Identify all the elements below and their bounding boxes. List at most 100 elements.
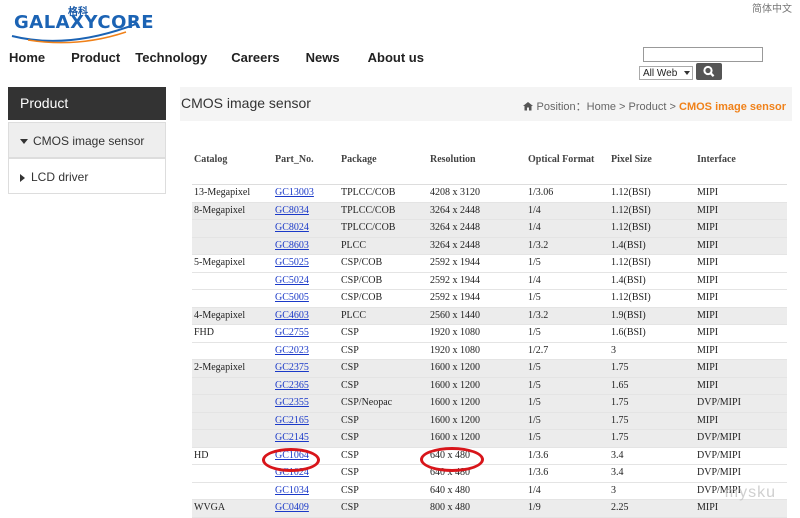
breadcrumb-prefix: Position： [536, 101, 587, 113]
table-row: GC8024 TPLCC/COB 3264 x 2448 1/4 1.12(BSI) MI… [192, 219, 787, 238]
table-cell: 1.4(BSI) [609, 272, 695, 290]
table-cell: 2592 x 1944 [428, 272, 526, 290]
table-cell: 4-Megapixel [192, 307, 273, 325]
table-row: GC2165 CSP 1600 x 1200 1/5 1.75 MIPI [192, 412, 787, 430]
table-row: 13-Megapixel GC13003 TPLCC/COB 4208 x 3120 1… [192, 184, 787, 203]
part-number-link[interactable]: GC2145 [275, 432, 309, 443]
table-cell: 13-Megapixel [192, 184, 273, 203]
table-cell: 1/3.06 [526, 184, 609, 203]
column-header: Part_No. [273, 152, 339, 185]
table-cell: 5-Megapixel [192, 254, 273, 273]
part-number-link[interactable]: GC0409 [275, 502, 309, 513]
table-cell: 3 [609, 482, 695, 500]
nav-news[interactable]: News [306, 50, 340, 65]
part-number-link[interactable]: GC2023 [275, 345, 309, 356]
table-cell: 1/5 [526, 412, 609, 430]
part-number-link[interactable]: GC8024 [275, 222, 309, 233]
watermark: mysku [724, 484, 776, 501]
table-cell: DVP/MIPI [695, 429, 787, 448]
table-cell: PLCC [339, 237, 428, 255]
table-cell: 3264 x 2448 [428, 219, 526, 238]
table-cell [192, 429, 273, 448]
table-cell: 1600 x 1200 [428, 377, 526, 395]
table-cell: GC5025 [273, 254, 339, 273]
part-number-link[interactable]: GC2355 [275, 397, 309, 408]
sidebar-item-label: CMOS image sensor [33, 134, 145, 148]
part-number-link[interactable]: GC2365 [275, 380, 309, 391]
table-cell: MIPI [695, 307, 787, 325]
table-cell: 2-Megapixel [192, 359, 273, 378]
caret-down-icon [20, 139, 28, 145]
part-number-link[interactable]: GC5024 [275, 275, 309, 286]
table-cell: MIPI [695, 254, 787, 273]
table-cell: 1/5 [526, 394, 609, 413]
part-number-link[interactable]: GC8603 [275, 240, 309, 251]
search-icon [703, 65, 715, 77]
part-number-link[interactable]: GC2165 [275, 415, 309, 426]
table-cell: 1.6(BSI) [609, 324, 695, 343]
search-scope-select[interactable]: All Web [639, 66, 693, 80]
table-cell: 1.75 [609, 394, 695, 413]
table-cell: CSP [339, 377, 428, 395]
nav-about-us[interactable]: About us [368, 50, 424, 65]
breadcrumb-home[interactable]: Home [587, 101, 616, 113]
table-cell: 2592 x 1944 [428, 289, 526, 308]
part-number-link[interactable]: GC2755 [275, 327, 309, 338]
nav-home[interactable]: Home [9, 50, 45, 65]
column-header: Pixel Size [609, 152, 695, 185]
part-number-link[interactable]: GC13003 [275, 187, 314, 198]
part-number-link[interactable]: GC5025 [275, 257, 309, 268]
table-cell: MIPI [695, 202, 787, 220]
caret-right-icon [20, 173, 25, 182]
table-cell: 2.25 [609, 499, 695, 518]
table-cell: MIPI [695, 359, 787, 378]
nav-product[interactable]: Product [71, 50, 120, 65]
table-cell: 1/5 [526, 359, 609, 378]
table-cell: 1/5 [526, 289, 609, 308]
table-cell: MIPI [695, 342, 787, 360]
table-cell: GC5005 [273, 289, 339, 308]
part-number-link[interactable]: GC2375 [275, 362, 309, 373]
table-cell: 1/4 [526, 202, 609, 220]
table-cell: MIPI [695, 377, 787, 395]
search-input[interactable] [643, 47, 763, 62]
table-row: GC2023 CSP 1920 x 1080 1/2.7 3 MIPI [192, 342, 787, 360]
language-link[interactable]: 简体中文 [752, 0, 792, 15]
table-cell: CSP [339, 464, 428, 483]
table-cell: PLCC [339, 307, 428, 325]
table-cell: CSP [339, 447, 428, 465]
table-cell: GC8034 [273, 202, 339, 220]
table-row: FHD GC2755 CSP 1920 x 1080 1/5 1.6(BSI) MIPI [192, 324, 787, 343]
annotation-circle-resolution [420, 447, 484, 472]
table-cell: GC8603 [273, 237, 339, 255]
search-button[interactable] [696, 63, 722, 80]
table-cell [192, 464, 273, 483]
table-cell: MIPI [695, 324, 787, 343]
table-cell: 3.4 [609, 464, 695, 483]
column-header: Catalog [192, 152, 273, 185]
table-cell: GC2755 [273, 324, 339, 343]
table-cell: GC2375 [273, 359, 339, 378]
sidebar-item-cmos[interactable]: CMOS image sensor [8, 122, 166, 158]
table-cell [192, 377, 273, 395]
table-cell: GC2023 [273, 342, 339, 360]
table-row: GC2365 CSP 1600 x 1200 1/5 1.65 MIPI [192, 377, 787, 395]
galaxycore-logo[interactable]: 格科 GALAXYCORE [8, 2, 154, 44]
part-number-link[interactable]: GC1034 [275, 485, 309, 496]
table-cell: 1600 x 1200 [428, 359, 526, 378]
table-cell: CSP [339, 499, 428, 518]
table-cell: TPLCC/COB [339, 202, 428, 220]
table-cell: CSP [339, 324, 428, 343]
annotation-circle-part [262, 448, 320, 472]
nav-careers[interactable]: Careers [231, 50, 279, 65]
sidebar-item-lcd-driver[interactable]: LCD driver [8, 158, 166, 194]
main-nav: Home Product Technology Careers News Abo… [9, 50, 424, 65]
nav-technology[interactable]: Technology [135, 50, 207, 65]
table-cell: 1/3.6 [526, 464, 609, 483]
table-cell: 1.75 [609, 429, 695, 448]
part-number-link[interactable]: GC8034 [275, 205, 309, 216]
part-number-link[interactable]: GC4603 [275, 310, 309, 321]
table-cell: 8-Megapixel [192, 202, 273, 220]
breadcrumb-product[interactable]: Product [629, 101, 667, 113]
part-number-link[interactable]: GC5005 [275, 292, 309, 303]
